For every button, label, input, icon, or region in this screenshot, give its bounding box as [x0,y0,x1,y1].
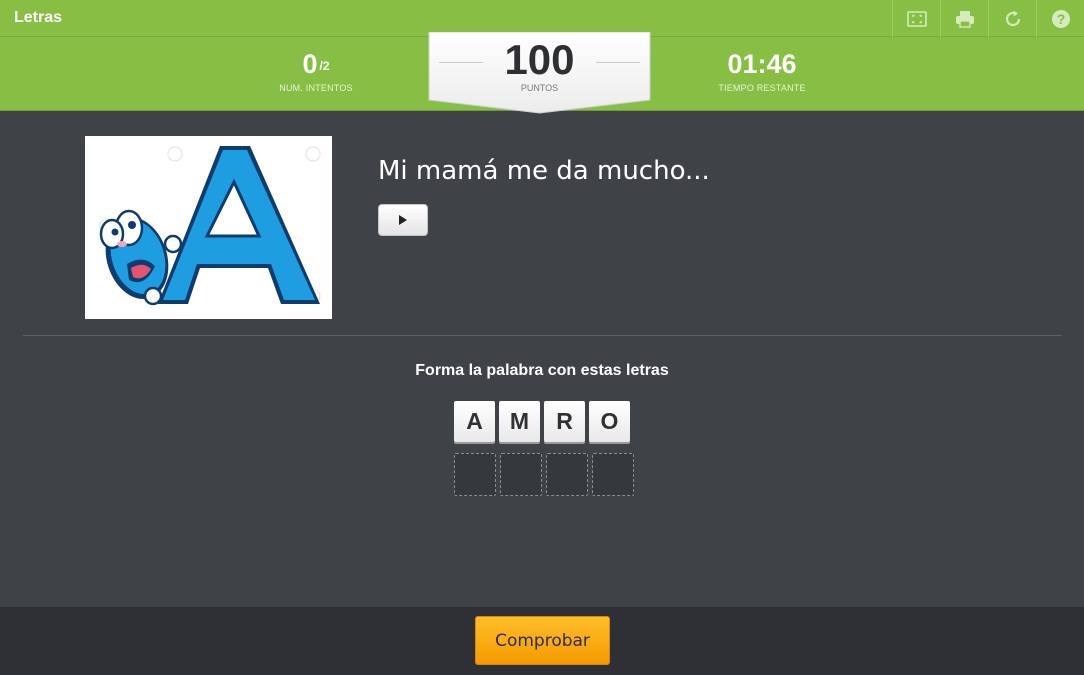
letter-tile[interactable]: R [544,401,585,442]
letter-tile[interactable]: M [499,401,540,442]
print-button[interactable] [940,0,988,37]
reload-button[interactable] [988,0,1036,37]
question-text: Mi mamá me da mucho... [378,156,710,186]
answer-slot[interactable] [592,453,634,496]
score-label: PUNTOS [520,83,559,93]
answer-slot[interactable] [500,453,542,496]
play-icon [398,211,408,230]
reload-icon [1003,9,1023,29]
score-card: 100 PUNTOS [428,32,651,114]
help-button[interactable]: ? [1036,0,1084,37]
time-value: 01:46 [727,49,797,79]
section-divider [23,335,1062,336]
answer-slot[interactable] [454,453,496,496]
letter-a-cartoon [85,136,332,319]
attempts-total: /2 [319,59,330,73]
toolbar: ? [892,0,1084,37]
app-title: Letras [14,9,63,26]
print-icon [955,10,975,28]
fullscreen-button[interactable] [892,0,940,37]
time-remaining: 01:46 TIEMPO RESTANTE [702,49,822,93]
attempts-value: 0 [302,49,318,79]
attempts-label: NUM. INTENTOS [279,83,353,93]
answer-slot[interactable] [546,453,588,496]
svg-text:?: ? [1056,11,1065,27]
time-label: TIEMPO RESTANTE [718,83,806,93]
letter-tiles: A M R O [454,401,630,442]
fullscreen-icon [906,10,927,27]
letter-tile[interactable]: O [589,401,630,442]
question-image [85,136,332,319]
help-icon: ? [1051,9,1071,29]
instructions: Forma la palabra con estas letras [415,362,669,379]
answer-slots [454,453,634,496]
audio-play-button[interactable] [378,204,428,236]
score-value: 100 [504,36,575,83]
attempts-counter: 0/2 NUM. INTENTOS [266,49,366,93]
letter-tile[interactable]: A [454,401,495,442]
check-button[interactable]: Comprobar [475,616,610,665]
